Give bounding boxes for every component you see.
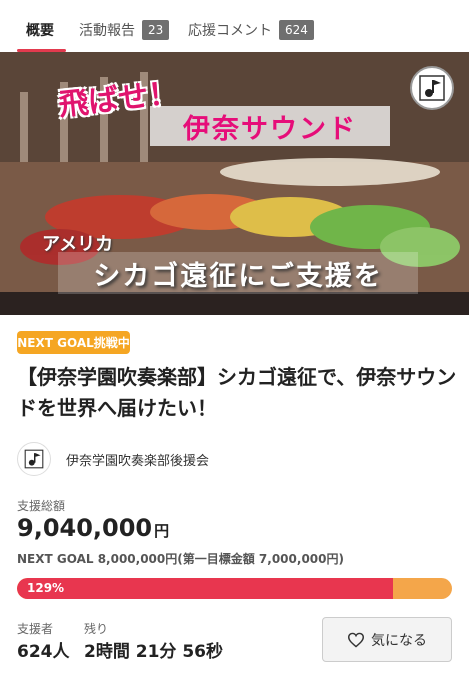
tab-activity-reports[interactable]: 活動報告 23 — [79, 20, 170, 40]
tab-support-comments-label: 応援コメント — [188, 23, 272, 39]
supporters-label: 支援者 — [17, 622, 54, 636]
progress-fill — [17, 578, 394, 599]
music-note-icon — [419, 75, 445, 101]
progress-bar: 129% — [17, 578, 452, 599]
remaining-time: 2時間 21分 56秒 — [84, 642, 223, 662]
hero-headline-sound: 伊奈サウンド — [150, 106, 390, 146]
organizer-name: 伊奈学園吹奏楽部後援会 — [66, 453, 210, 469]
tab-activity-reports-count: 23 — [142, 20, 170, 40]
next-goal-badge: NEXT GOAL挑戦中 — [17, 331, 130, 354]
favorite-label: 気になる — [371, 632, 427, 649]
music-note-icon — [24, 449, 44, 469]
supporters-count: 624人 — [17, 642, 70, 662]
tab-bar: 概要 活動報告 23 応援コメント 624 — [0, 0, 469, 52]
progress-percent: 129% — [27, 581, 65, 595]
tab-support-comments[interactable]: 応援コメント 624 — [188, 20, 314, 40]
hero-image: 飛ばせ！ 伊奈サウンド アメリカ シカゴ遠征にご支援を — [0, 52, 469, 315]
favorite-button[interactable]: 気になる — [322, 617, 452, 662]
total-amount-value: 9,040,000 — [17, 514, 153, 542]
goal-text: NEXT GOAL 8,000,000円(第一目標金額 7,000,000円) — [17, 552, 344, 566]
heart-icon — [347, 632, 365, 648]
remaining-label: 残り — [84, 622, 109, 636]
total-amount: 9,040,000 円 — [17, 514, 169, 542]
total-label: 支援総額 — [17, 499, 66, 513]
tab-support-comments-count: 624 — [279, 20, 314, 40]
organizer-avatar — [17, 442, 51, 476]
tab-overview-label: 概要 — [26, 23, 54, 39]
hero-subline-chicago: シカゴ遠征にご支援を — [58, 252, 418, 294]
tab-overview[interactable]: 概要 — [26, 20, 54, 40]
club-logo — [410, 66, 454, 110]
project-title: 【伊奈学園吹奏楽部】シカゴ遠征で、伊奈サウンドを世界へ届けたい！ — [17, 365, 457, 420]
organizer[interactable]: 伊奈学園吹奏楽部後援会 — [17, 442, 209, 476]
tab-activity-reports-label: 活動報告 — [79, 23, 135, 39]
total-amount-unit: 円 — [154, 522, 170, 540]
